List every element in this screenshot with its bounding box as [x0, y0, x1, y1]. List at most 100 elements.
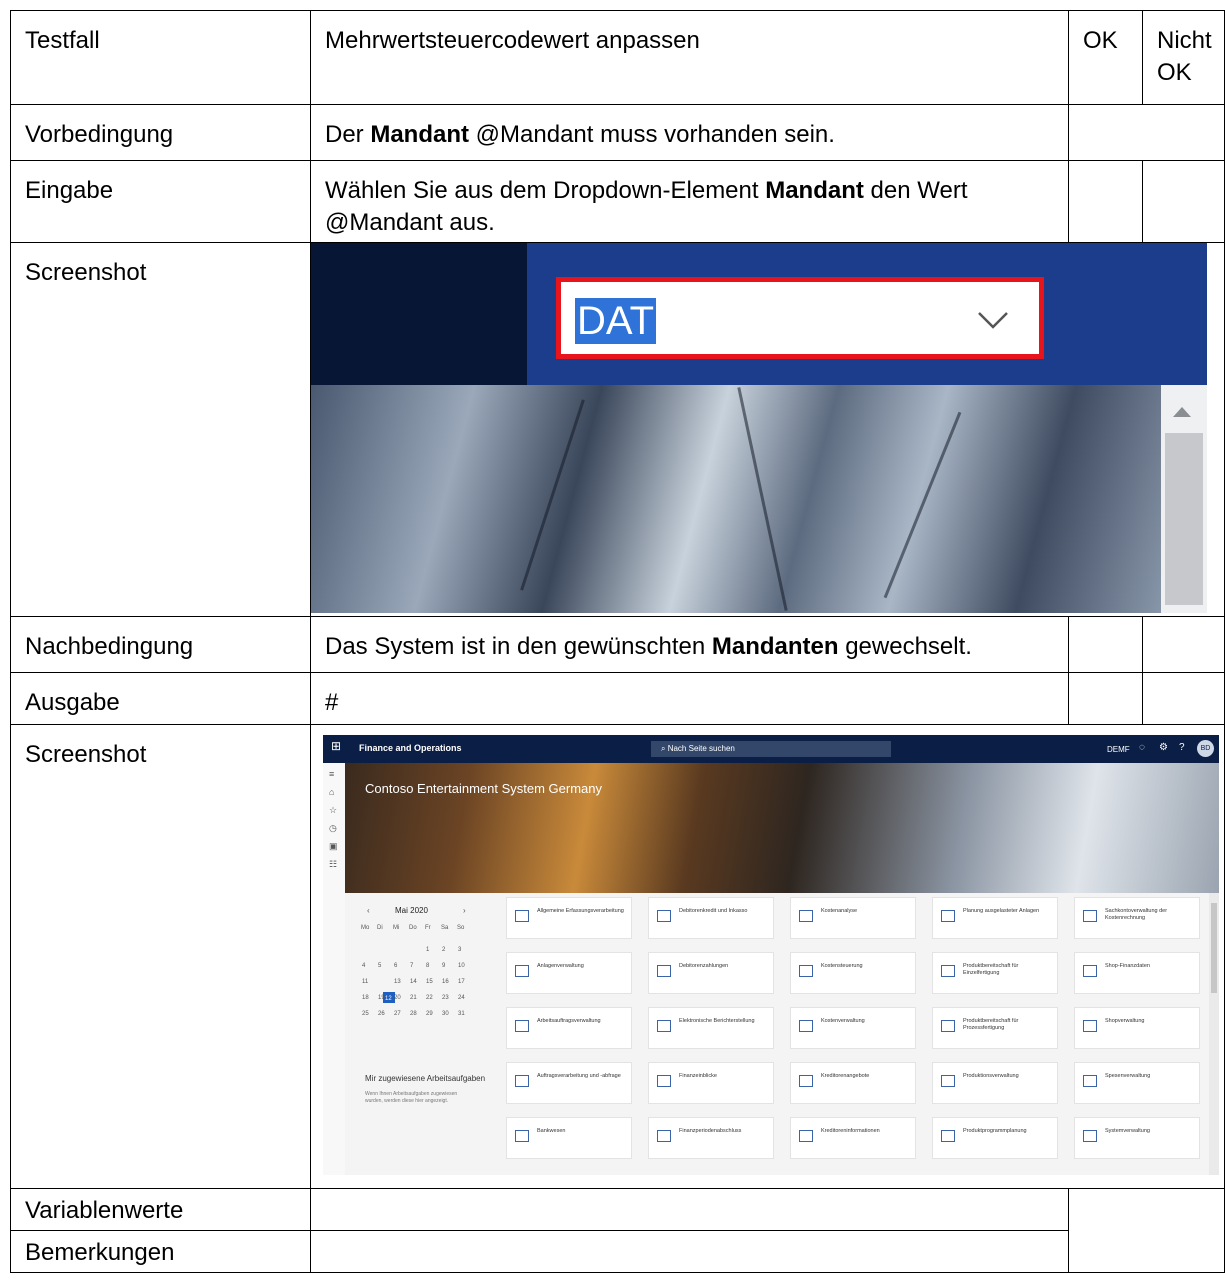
row-screenshot-1: Screenshot DAT [10, 242, 1225, 617]
vertical-scrollbar[interactable] [1161, 385, 1207, 613]
calendar-day[interactable]: 7 [410, 961, 413, 972]
calendar-day[interactable]: 16 [442, 977, 449, 988]
calendar-day[interactable]: 2 [442, 945, 445, 956]
workspace-tile[interactable]: Produktbereitschaft für Einzelfertigung [932, 952, 1058, 994]
gear-icon[interactable]: ⚙ [1159, 742, 1168, 753]
workspace-tile[interactable]: Systemverwaltung [1074, 1117, 1200, 1159]
calendar-day[interactable]: 26 [378, 1009, 385, 1020]
workspace-tile[interactable]: Kostenverwaltung [790, 1007, 916, 1049]
dark-panel [311, 243, 527, 385]
page-scrollbar[interactable] [1209, 893, 1219, 1175]
workspace-tile[interactable]: Kreditoreninformationen [790, 1117, 916, 1159]
clock-icon[interactable]: ◷ [329, 823, 337, 834]
value-vorbedingung: Der Mandant @Mandant muss vorhanden sein… [310, 104, 1069, 161]
calendar-day[interactable]: 12 [385, 994, 392, 1005]
row-vorbedingung: Vorbedingung Der Mandant @Mandant muss v… [10, 104, 1225, 161]
value-testfall: Mehrwertsteuercodewert anpassen [310, 10, 1069, 105]
calendar-day[interactable]: 20 [394, 993, 401, 1004]
text: Das System ist in den gewünschten [325, 633, 712, 660]
calendar-day[interactable]: 10 [458, 961, 465, 972]
calendar-day[interactable]: 3 [458, 945, 461, 956]
scrollbar-thumb[interactable] [1165, 433, 1203, 605]
row-variablenwerte: Variablenwerte [10, 1188, 1225, 1273]
home-icon[interactable]: ⌂ [329, 787, 334, 798]
tile-icon [799, 1130, 813, 1142]
calendar-day[interactable]: 28 [410, 1009, 417, 1020]
tile-icon [1083, 1075, 1097, 1087]
tile-icon [941, 1020, 955, 1032]
modules-icon[interactable]: ☷ [329, 859, 337, 870]
calendar-day[interactable]: 11 [362, 977, 368, 988]
calendar-day[interactable]: 27 [394, 1009, 401, 1020]
workspace-tile[interactable]: Spesenverwaltung [1074, 1062, 1200, 1104]
workspace-tile[interactable]: Planung ausgelasteter Anlagen [932, 897, 1058, 939]
tile-icon [515, 1130, 529, 1142]
calendar-day[interactable]: 14 [410, 977, 417, 988]
bold-text: Mandant [370, 121, 470, 148]
workspace-tile[interactable]: Allgemeine Erfassungsverarbeitung [506, 897, 632, 939]
workspace-tile[interactable]: Finanzeinblicke [648, 1062, 774, 1104]
avatar[interactable]: BD [1197, 740, 1214, 757]
workspace-tile[interactable]: Produktionsverwaltung [932, 1062, 1058, 1104]
scrollbar-thumb[interactable] [1211, 903, 1217, 993]
calendar-day[interactable]: 18 [362, 993, 369, 1004]
calendar-day[interactable]: 5 [378, 961, 381, 972]
help-icon[interactable]: ? [1179, 742, 1185, 753]
row-bemerkungen: Bemerkungen [10, 1230, 1225, 1273]
calendar-day[interactable]: 13 [394, 977, 401, 988]
workspace-tile[interactable]: Elektronische Berichterstellung [648, 1007, 774, 1049]
workspace-tile[interactable]: Shopverwaltung [1074, 1007, 1200, 1049]
workspace-icon[interactable]: ▣ [329, 841, 338, 852]
calendar-day[interactable]: 30 [442, 1009, 449, 1020]
prev-month-icon[interactable]: ‹ [367, 905, 370, 916]
calendar-day[interactable]: 21 [410, 993, 417, 1004]
search-input[interactable]: ⌕ Nach Seite suchen [651, 741, 891, 757]
calendar-day[interactable]: 31 [458, 1009, 465, 1020]
label-vorbedingung: Vorbedingung [10, 104, 311, 161]
workspace-tile[interactable]: Arbeitsauftragsverwaltung [506, 1007, 632, 1049]
entity-label[interactable]: DEMF [1107, 744, 1130, 755]
bell-icon[interactable]: ◌ [1139, 742, 1145, 753]
weekday-label: So [457, 925, 465, 931]
company-title: Contoso Entertainment System Germany [365, 781, 602, 796]
calendar-day[interactable]: 23 [442, 993, 449, 1004]
calendar-day[interactable]: 4 [362, 961, 365, 972]
calendar-day[interactable]: 29 [426, 1009, 433, 1020]
workspace-tile[interactable]: Bankwesen [506, 1117, 632, 1159]
calendar-day[interactable]: 8 [426, 961, 429, 972]
calendar-day[interactable]: 17 [458, 977, 465, 988]
calendar-day[interactable]: 19 [378, 993, 385, 1004]
company-dropdown[interactable]: DAT [556, 277, 1044, 359]
scroll-up-icon[interactable] [1173, 407, 1191, 417]
calendar-day[interactable]: 9 [442, 961, 445, 972]
weekday-label: Di [377, 925, 383, 931]
workspace-tile[interactable]: Shop-Finanzdaten [1074, 952, 1200, 994]
next-month-icon[interactable]: › [463, 905, 466, 916]
ok-cell [1068, 672, 1143, 725]
menu-icon[interactable]: ≡ [329, 769, 334, 780]
calendar-day[interactable]: 25 [362, 1009, 369, 1020]
workspace-tile[interactable]: Anlagenverwaltung [506, 952, 632, 994]
tile-label: Sachkontoverwaltung der Kostenrechnung [1105, 908, 1168, 921]
calendar-month: Mai 2020 [395, 905, 428, 916]
workspace-tile[interactable]: Produktbereitschaft für Prozessfertigung [932, 1007, 1058, 1049]
workspace-tile[interactable]: Auftragsverarbeitung und -abfrage [506, 1062, 632, 1104]
workspace-tile[interactable]: Debitorenkredit und Inkasso [648, 897, 774, 939]
tile-icon [941, 965, 955, 977]
calendar-day[interactable]: 22 [426, 993, 433, 1004]
calendar-day[interactable]: 1 [426, 945, 429, 956]
calendar-day[interactable]: 24 [458, 993, 465, 1004]
assigned-title: Mir zugewiesene Arbeitsaufgaben [365, 1074, 486, 1083]
workspace-tile[interactable]: Debitorenzahlungen [648, 952, 774, 994]
workspace-tile[interactable]: Produktprogrammplanung [932, 1117, 1058, 1159]
app-launcher-icon[interactable]: ⊞ [331, 740, 341, 752]
workspace-tile[interactable]: Sachkontoverwaltung der Kostenrechnung [1074, 897, 1200, 939]
calendar-day[interactable]: 6 [394, 961, 397, 972]
calendar-day[interactable]: 15 [426, 977, 433, 988]
workspace-tile[interactable]: Kreditorenangebote [790, 1062, 916, 1104]
workspace-tile[interactable]: Kostensteuerung [790, 952, 916, 994]
workspace-tile[interactable]: Finanzperiodenabschluss [648, 1117, 774, 1159]
tile-label: Debitorenzahlungen [679, 963, 729, 969]
workspace-tile[interactable]: Kostenanalyse [790, 897, 916, 939]
star-icon[interactable]: ☆ [329, 805, 337, 816]
